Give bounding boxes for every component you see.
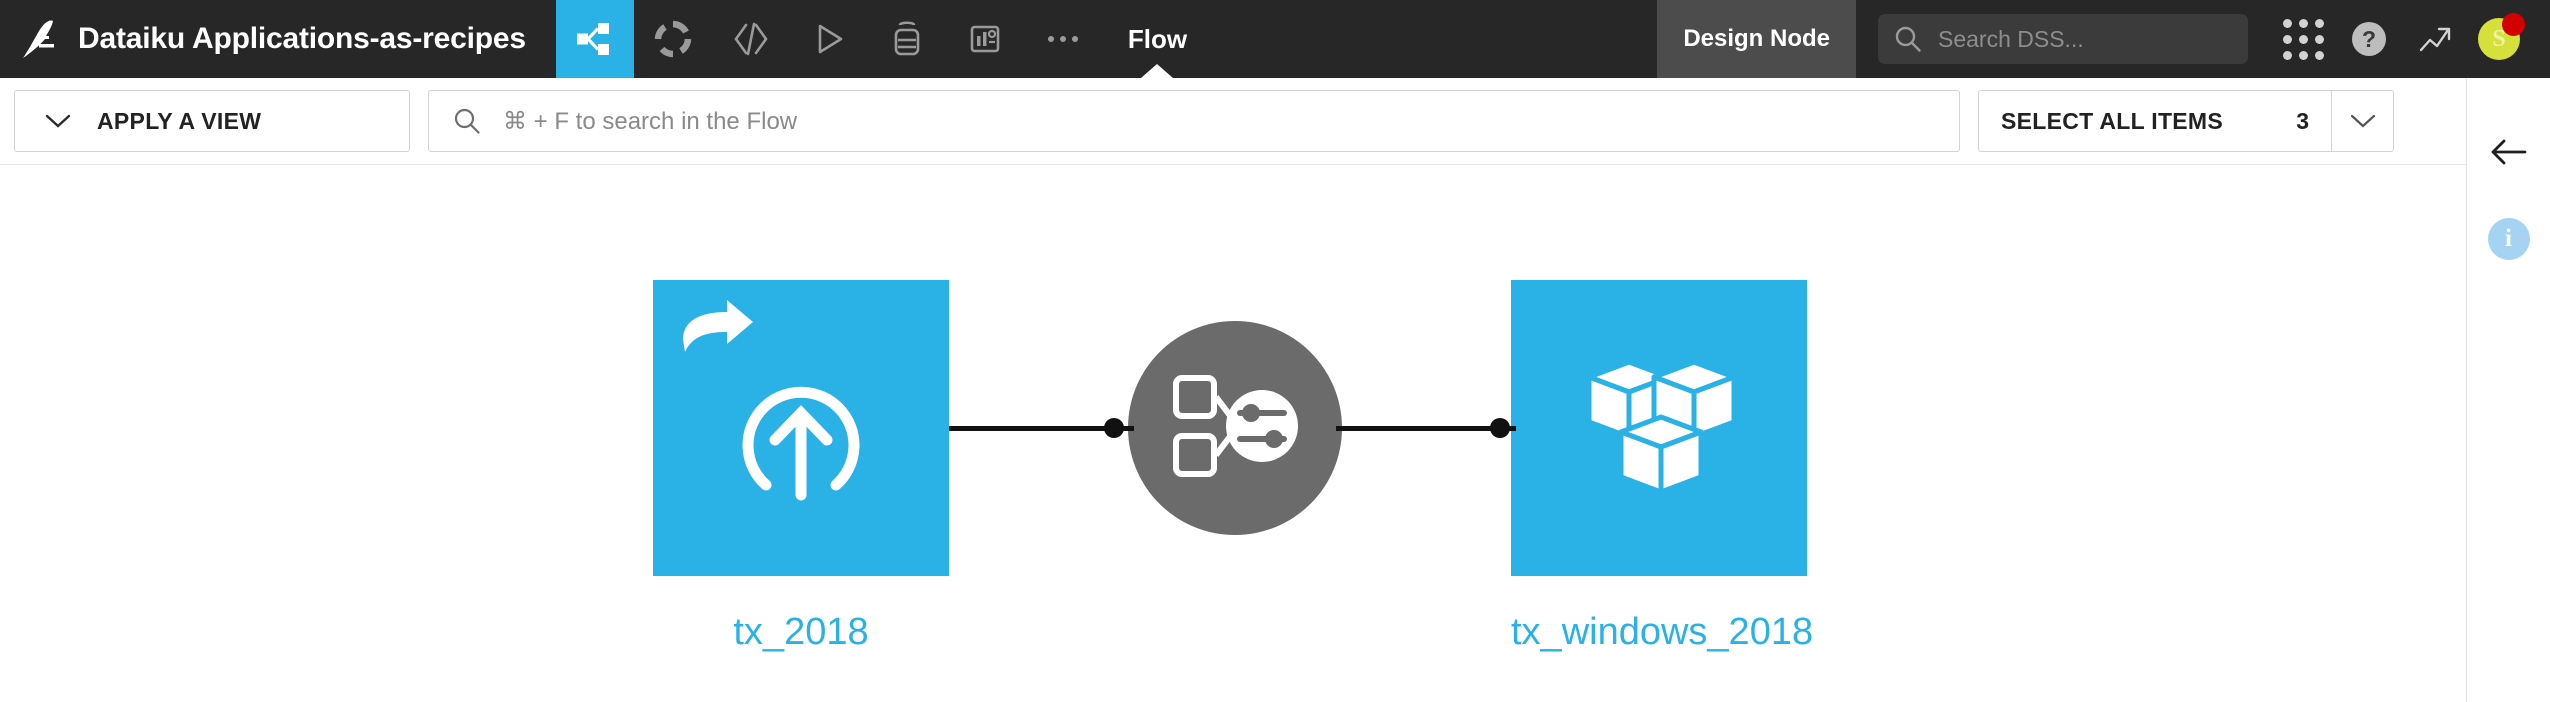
- flow-edge-2: [1336, 426, 1516, 431]
- select-all-caret-button[interactable]: [2331, 91, 2393, 151]
- tab-flow-label: Flow: [1127, 23, 1188, 54]
- apply-view-dropdown[interactable]: APPLY A VIEW: [14, 90, 410, 152]
- search-icon: [1895, 26, 1921, 52]
- design-node-badge[interactable]: Design Node: [1657, 0, 1856, 78]
- flow-search-placeholder: ⌘ + F to search in the Flow: [503, 107, 798, 135]
- flow-node-label-tx_windows_2018[interactable]: tx_windows_2018: [1511, 611, 1813, 654]
- help-icon[interactable]: ?: [2336, 0, 2402, 78]
- help-glyph: ?: [2352, 22, 2386, 56]
- managed-dataset-cubes-icon: [1586, 359, 1737, 495]
- arrow-left-icon[interactable]: [2483, 126, 2535, 178]
- select-all-main[interactable]: SELECT ALL ITEMS 3: [1979, 91, 2331, 151]
- nav-icon-lab[interactable]: [868, 0, 946, 78]
- notification-badge: [2502, 13, 2525, 36]
- dataiku-bird-logo[interactable]: [0, 0, 78, 78]
- page-title: Dataiku Applications-as-recipes: [78, 22, 526, 55]
- project-nav-icons: [555, 0, 1102, 78]
- apps-grid-icon[interactable]: [2270, 0, 2336, 78]
- header-spacer: [1213, 0, 1657, 78]
- nav-icon-wiki[interactable]: [946, 0, 1024, 78]
- avatar[interactable]: S: [2468, 0, 2530, 78]
- trending-up-icon[interactable]: [2402, 0, 2468, 78]
- chevron-down-icon: [45, 114, 71, 128]
- flow-node-tx_windows_2018[interactable]: [1511, 280, 1807, 576]
- flow-node-label-tx_2018[interactable]: tx_2018: [653, 611, 949, 654]
- nav-icon-jobs[interactable]: [790, 0, 868, 78]
- flow-toolbar: APPLY A VIEW ⌘ + F to search in the Flow…: [0, 78, 2550, 165]
- tab-flow[interactable]: Flow: [1102, 0, 1213, 78]
- flow-canvas[interactable]: tx_2018 tx_windows_2018: [0, 166, 2466, 702]
- flow-search-input[interactable]: ⌘ + F to search in the Flow: [428, 90, 1960, 152]
- nav-icon-code[interactable]: [712, 0, 790, 78]
- nav-icon-dashboard[interactable]: [634, 0, 712, 78]
- shared-arrow-icon: [683, 300, 753, 352]
- apply-view-label: APPLY A VIEW: [97, 107, 262, 134]
- flow-edge-dot-2: [1490, 418, 1510, 438]
- application-as-recipe-icon: [1173, 375, 1298, 477]
- info-icon[interactable]: i: [2487, 218, 2530, 260]
- flow-edge-dot-1: [1104, 418, 1124, 438]
- select-all-items-control[interactable]: SELECT ALL ITEMS 3: [1978, 90, 2394, 152]
- header-right-icons: ? S: [2270, 0, 2550, 78]
- info-glyph: i: [2505, 225, 2512, 252]
- flow-node-application-as-recipe[interactable]: [1128, 321, 1342, 535]
- tab-active-pointer: [1141, 64, 1174, 78]
- search-input[interactable]: Search DSS...: [1878, 14, 2248, 64]
- flow-node-tx_2018[interactable]: [653, 280, 949, 576]
- chevron-down-icon: [2350, 114, 2375, 128]
- select-all-label: SELECT ALL ITEMS: [2001, 107, 2224, 134]
- select-all-count: 3: [2296, 107, 2309, 134]
- search-icon: [454, 108, 480, 134]
- search-placeholder: Search DSS...: [1938, 25, 2084, 52]
- nav-icon-more[interactable]: [1024, 0, 1102, 78]
- right-side-panel: i: [2466, 78, 2550, 702]
- top-header-bar: Dataiku Applications-as-recipes Flow Des…: [0, 0, 2550, 78]
- nav-icon-flow[interactable]: [555, 0, 634, 78]
